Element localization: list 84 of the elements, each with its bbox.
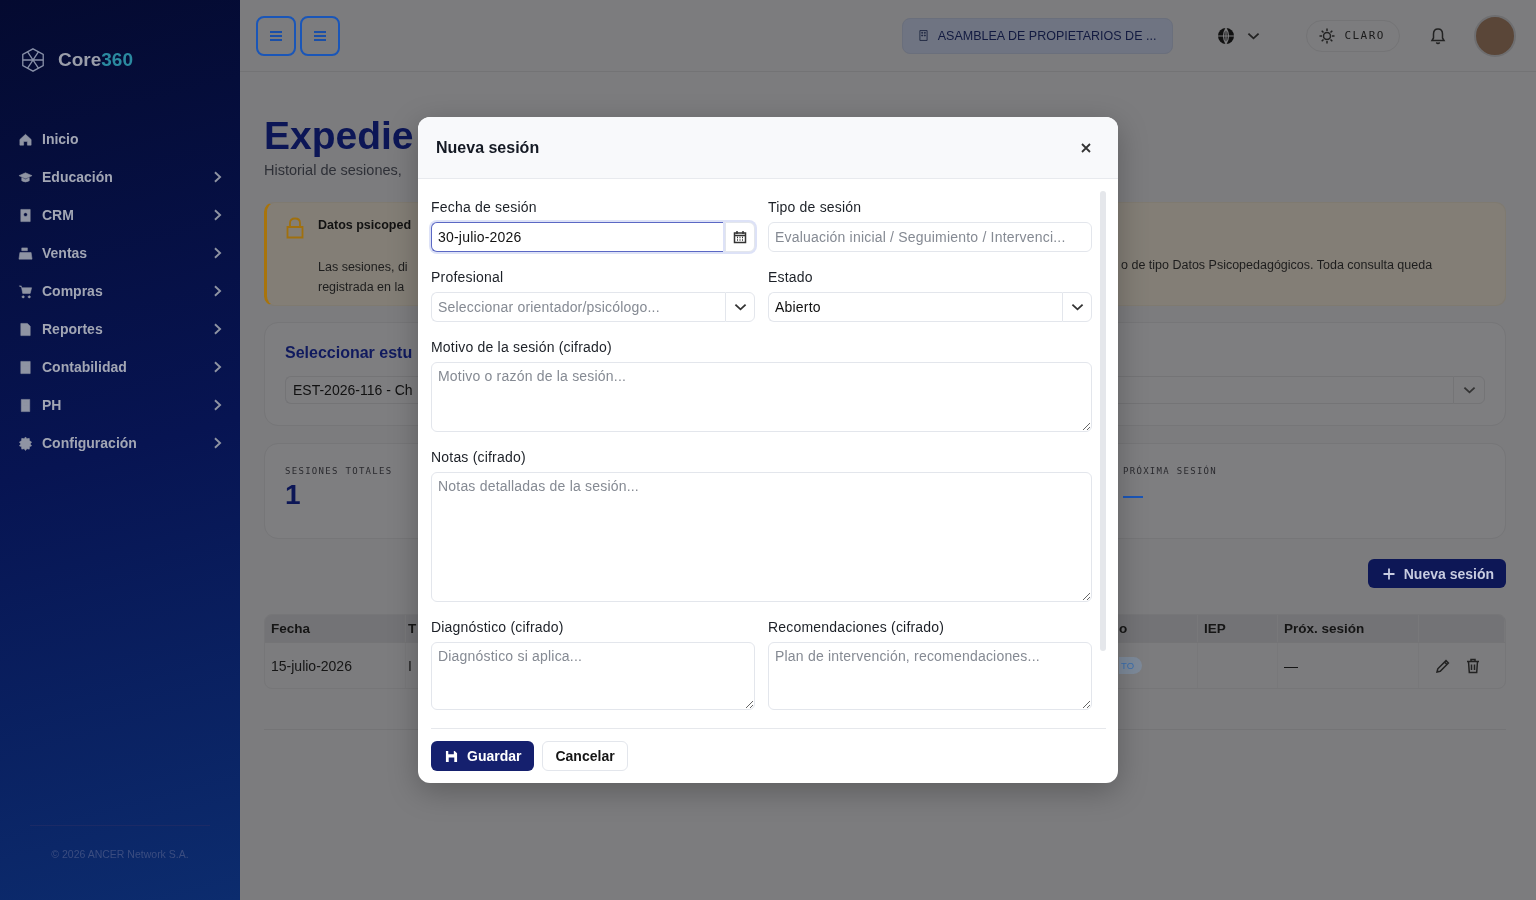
table-cell: —: [1278, 643, 1419, 688]
hexagon-network-icon: [20, 47, 46, 73]
sidebar-item[interactable]: Ventas: [0, 234, 240, 272]
stat-value: 1: [285, 478, 302, 512]
chevron-right-icon: [213, 209, 222, 221]
menu-icon: [314, 30, 326, 41]
save-button[interactable]: Guardar: [431, 741, 535, 771]
text-area[interactable]: Plan de intervención, recomendaciones...: [768, 642, 1092, 710]
select-field[interactable]: Abierto: [768, 292, 1062, 322]
field-label: Recomendaciones (cifrado): [768, 619, 946, 635]
caret-icon: [1070, 303, 1084, 311]
stat-value: —: [1123, 483, 1144, 508]
field-label: Tipo de sesión: [768, 199, 863, 215]
page-title: Expedie: [264, 114, 415, 158]
brand-name: Core360: [58, 49, 133, 71]
column-header: IEP: [1198, 615, 1278, 642]
calendar-icon: [733, 230, 747, 244]
home-icon: [18, 131, 33, 147]
text-area[interactable]: Diagnóstico si aplica...: [431, 642, 755, 710]
sidebar-item[interactable]: Configuración: [0, 424, 240, 462]
dialog-title: Nueva sesión: [436, 138, 540, 157]
section-heading: Seleccionar estu: [285, 343, 414, 363]
alert-text: registrada en la: [318, 279, 406, 296]
chevron-right-icon: [213, 285, 222, 297]
graduation-cap-icon: [18, 169, 33, 185]
menu-icon: [270, 30, 282, 41]
organization-selector[interactable]: ASAMBLEA DE PROPIETARIOS DE ...: [901, 17, 1174, 54]
cart-icon: [18, 283, 33, 299]
stat-label: PRÓXIMA SESIÓN: [1123, 466, 1219, 476]
select-field[interactable]: Seleccionar orientador/psicólogo...: [431, 292, 725, 322]
field-label: Diagnóstico (cifrado): [431, 619, 565, 635]
chevron-right-icon: [213, 323, 222, 335]
field-label: Profesional: [431, 269, 505, 285]
column-header: Próx. sesión: [1278, 615, 1419, 642]
sidebar-item[interactable]: CRM: [0, 196, 240, 234]
sidebar-item[interactable]: Educación: [0, 158, 240, 196]
sidebar-item[interactable]: Compras: [0, 272, 240, 310]
chevron-right-icon: [213, 437, 222, 449]
bell-icon: [1430, 26, 1446, 45]
chevron-right-icon: [213, 361, 222, 373]
caret-icon: [1462, 386, 1476, 394]
caret-icon: [733, 303, 747, 311]
lock-icon: [286, 217, 304, 239]
cash-register-icon: [18, 245, 33, 261]
stat-label: SESIONES TOTALES: [285, 466, 394, 476]
text-area[interactable]: Notas detalladas de la sesión...: [431, 472, 1092, 602]
alert-text: Las sesiones, di: [318, 259, 409, 276]
sidebar-item[interactable]: Reportes: [0, 310, 240, 348]
globe-icon: [1217, 26, 1236, 45]
input-field[interactable]: Evaluación inicial / Seguimiento / Intervenci...: [768, 222, 1092, 252]
sidebar-item[interactable]: Contabilidad: [0, 348, 240, 386]
chevron-right-icon: [213, 399, 222, 411]
table-cell: 15-julio-2026: [265, 643, 406, 688]
chevron-right-icon: [213, 247, 222, 259]
calendar-button[interactable]: [725, 222, 755, 252]
user-avatar[interactable]: [1474, 14, 1516, 57]
chevron-right-icon: [213, 171, 222, 183]
dropdown-button[interactable]: [1453, 376, 1485, 404]
page-subtitle: Historial de sesiones,: [264, 162, 403, 178]
close-icon: [1081, 142, 1091, 153]
column-header: Fecha: [265, 615, 406, 642]
field-label: Estado: [768, 269, 814, 285]
text-area[interactable]: Motivo o razón de la sesión...: [431, 362, 1092, 432]
scrollbar[interactable]: [1100, 191, 1106, 651]
cancel-button[interactable]: Cancelar: [542, 741, 628, 771]
gear-icon: [18, 435, 33, 451]
alert-text: o de tipo Datos Psicopedagógicos. Toda consulta queda: [1121, 258, 1433, 272]
date-field[interactable]: 30-julio-2026: [431, 222, 725, 252]
document-icon: [18, 321, 33, 337]
field-label: Motivo de la sesión (cifrado): [431, 339, 613, 355]
pencil-icon: [1435, 657, 1451, 674]
alert-title: Datos psicoped: [318, 217, 412, 233]
trash-icon: [1465, 657, 1481, 674]
field-label: Fecha de sesión: [431, 199, 538, 215]
sidebar-item[interactable]: Inicio: [0, 120, 240, 158]
caret-icon: [1247, 31, 1261, 40]
field-label: Notas (cifrado): [431, 449, 527, 465]
sidebar-item[interactable]: PH: [0, 386, 240, 424]
column-header: o: [1119, 615, 1198, 642]
theme-toggle[interactable]: CLARO: [1306, 19, 1400, 52]
sun-icon: [1319, 27, 1336, 44]
plus-icon: [1382, 567, 1395, 580]
contact-book-icon: [18, 207, 33, 223]
new-session-button[interactable]: Nueva sesión: [1367, 559, 1506, 588]
